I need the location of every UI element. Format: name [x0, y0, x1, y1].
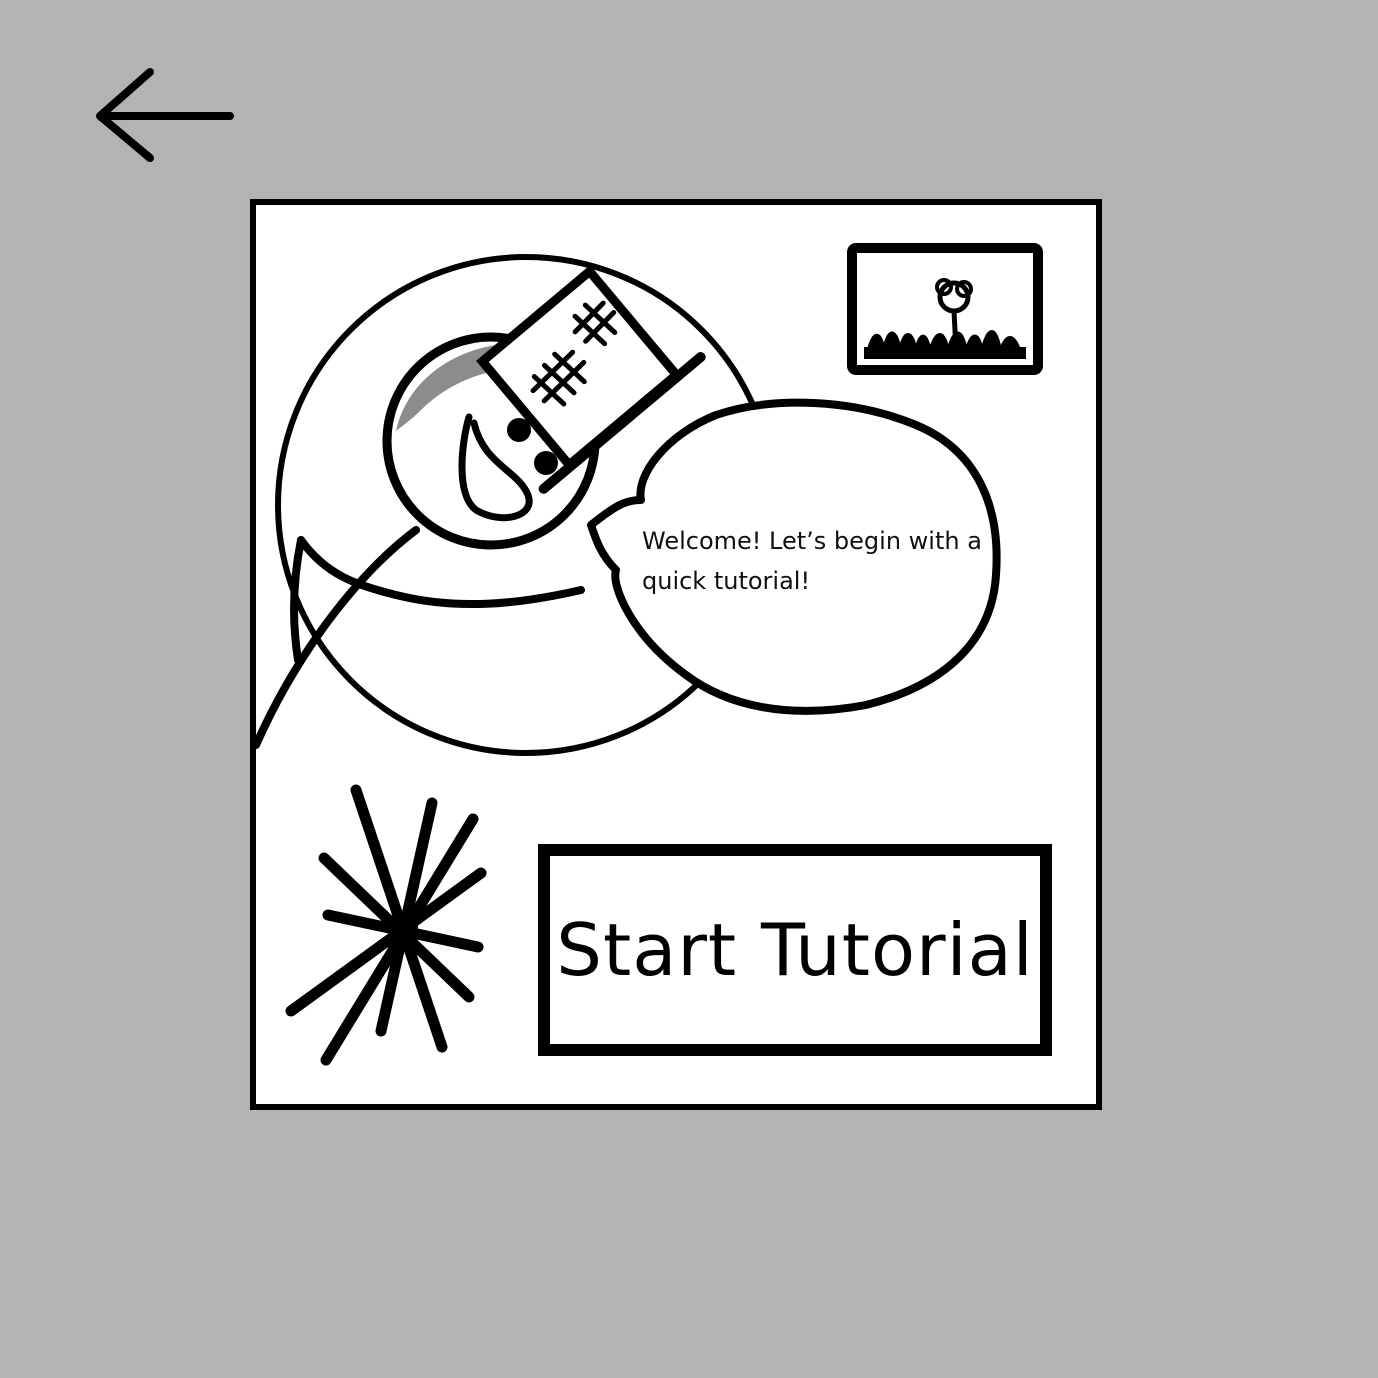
sparkle-burst-icon	[285, 784, 487, 1066]
speech-bubble-text: Welcome! Let’s begin with a quick tutori…	[642, 527, 982, 595]
flower-picture-icon	[847, 243, 1043, 375]
back-button[interactable]	[90, 62, 240, 168]
tutorial-card: Welcome! Let’s begin with a quick tutori…	[250, 199, 1102, 1110]
start-tutorial-button[interactable]: Start Tutorial	[538, 844, 1052, 1056]
start-tutorial-label: Start Tutorial	[556, 908, 1034, 992]
arrow-left-icon	[96, 68, 234, 162]
